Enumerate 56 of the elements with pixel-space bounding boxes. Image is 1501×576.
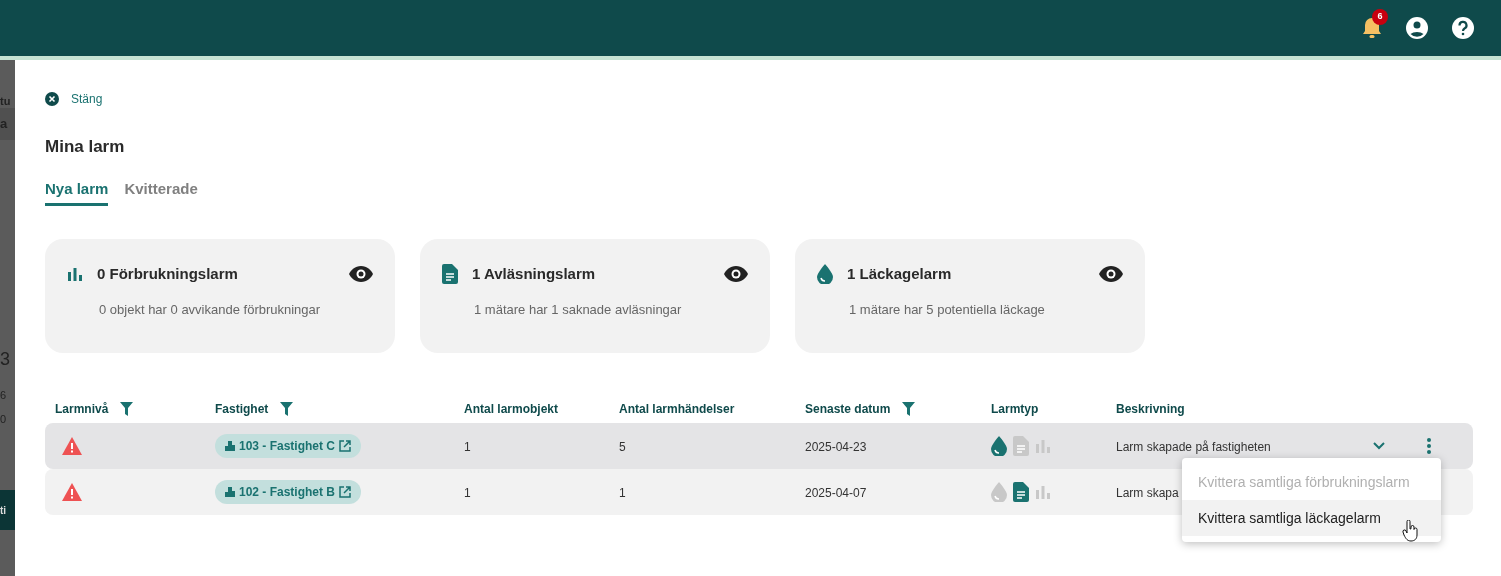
drawer-title: Mina larm [45, 136, 126, 158]
table-cell: 1 [464, 486, 471, 500]
close-icon [45, 92, 59, 106]
card-title: 1 Avläsningslarm [472, 264, 597, 284]
warning-icon [62, 483, 82, 501]
column-header: Antal larmhändelser [619, 401, 735, 418]
eye-icon[interactable] [1099, 266, 1123, 283]
card-subtitle: 1 mätare har 1 saknade avläsningar [474, 300, 683, 319]
eye-icon[interactable] [349, 266, 373, 283]
filter-icon[interactable] [120, 402, 134, 416]
card-subtitle: 0 objekt har 0 avvikande förbrukningar [99, 300, 322, 319]
eye-icon[interactable] [724, 266, 748, 283]
alarm-summary-card[interactable]: 1 Läckagelarm 1 mätare har 5 potentiella läckage [795, 239, 1145, 353]
property-link[interactable]: 103 - Fastighet C [215, 434, 362, 458]
background-text: tu [0, 95, 11, 107]
warning-icon [62, 437, 82, 455]
external-link-icon [339, 440, 352, 452]
more-options-icon[interactable] [1427, 438, 1431, 454]
external-link-icon [339, 486, 352, 498]
card-subtitle: 1 mätare har 5 potentiella läckage [849, 300, 1046, 319]
column-header: Larmnivå [55, 401, 109, 418]
alarm-summary-card[interactable]: 0 Förbrukningslarm 0 objekt har 0 avvikande förbrukningar [45, 239, 395, 353]
column-header: Beskrivning [1116, 401, 1185, 418]
account-icon[interactable] [1406, 17, 1428, 39]
table-row[interactable]: 103 - Fastighet C 1 5 2025-04-23 Larm skapade på fastigheten [45, 423, 1473, 469]
column-header: Larmtyp [991, 401, 1039, 418]
table-cell: 1 [464, 440, 471, 454]
background-text: 3 [0, 349, 10, 369]
tab[interactable]: Kvitterade [124, 177, 198, 206]
table-cell: 1 [619, 486, 626, 500]
filter-icon[interactable] [280, 402, 294, 416]
water-drop-icon [817, 264, 833, 285]
chevron-down-icon[interactable] [1373, 442, 1385, 450]
table-cell: 2025-04-07 [805, 486, 867, 500]
card-title: 0 Förbrukningslarm [97, 264, 239, 284]
tab[interactable]: Nya larm [45, 177, 109, 206]
column-header: Fastighet [215, 401, 269, 418]
table-cell: Larm skapa [1116, 486, 1179, 500]
help-icon[interactable] [1452, 17, 1474, 39]
close-button[interactable]: Stäng [45, 90, 103, 108]
property-link[interactable]: 102 - Fastighet B [215, 480, 362, 504]
notification-badge: 6 [1372, 9, 1388, 25]
bar-chart-icon [67, 266, 83, 283]
menu-item[interactable]: Kvittera samtliga läckagelarm [1182, 500, 1441, 536]
table-cell: Larm skapade på fastigheten [1116, 440, 1271, 454]
filter-icon[interactable] [902, 402, 916, 416]
card-title: 1 Läckagelarm [847, 264, 953, 284]
background-text: ti [0, 503, 7, 518]
alarm-summary-card[interactable]: 1 Avläsningslarm 1 mätare har 1 saknade avläsningar [420, 239, 770, 353]
building-icon [225, 487, 235, 497]
building-icon [225, 441, 235, 451]
table-cell: 2025-04-23 [805, 440, 867, 454]
column-header: Antal larmobjekt [464, 401, 559, 418]
column-header: Senaste datum [805, 401, 891, 418]
document-icon [442, 264, 458, 285]
table-cell: 5 [619, 440, 626, 454]
